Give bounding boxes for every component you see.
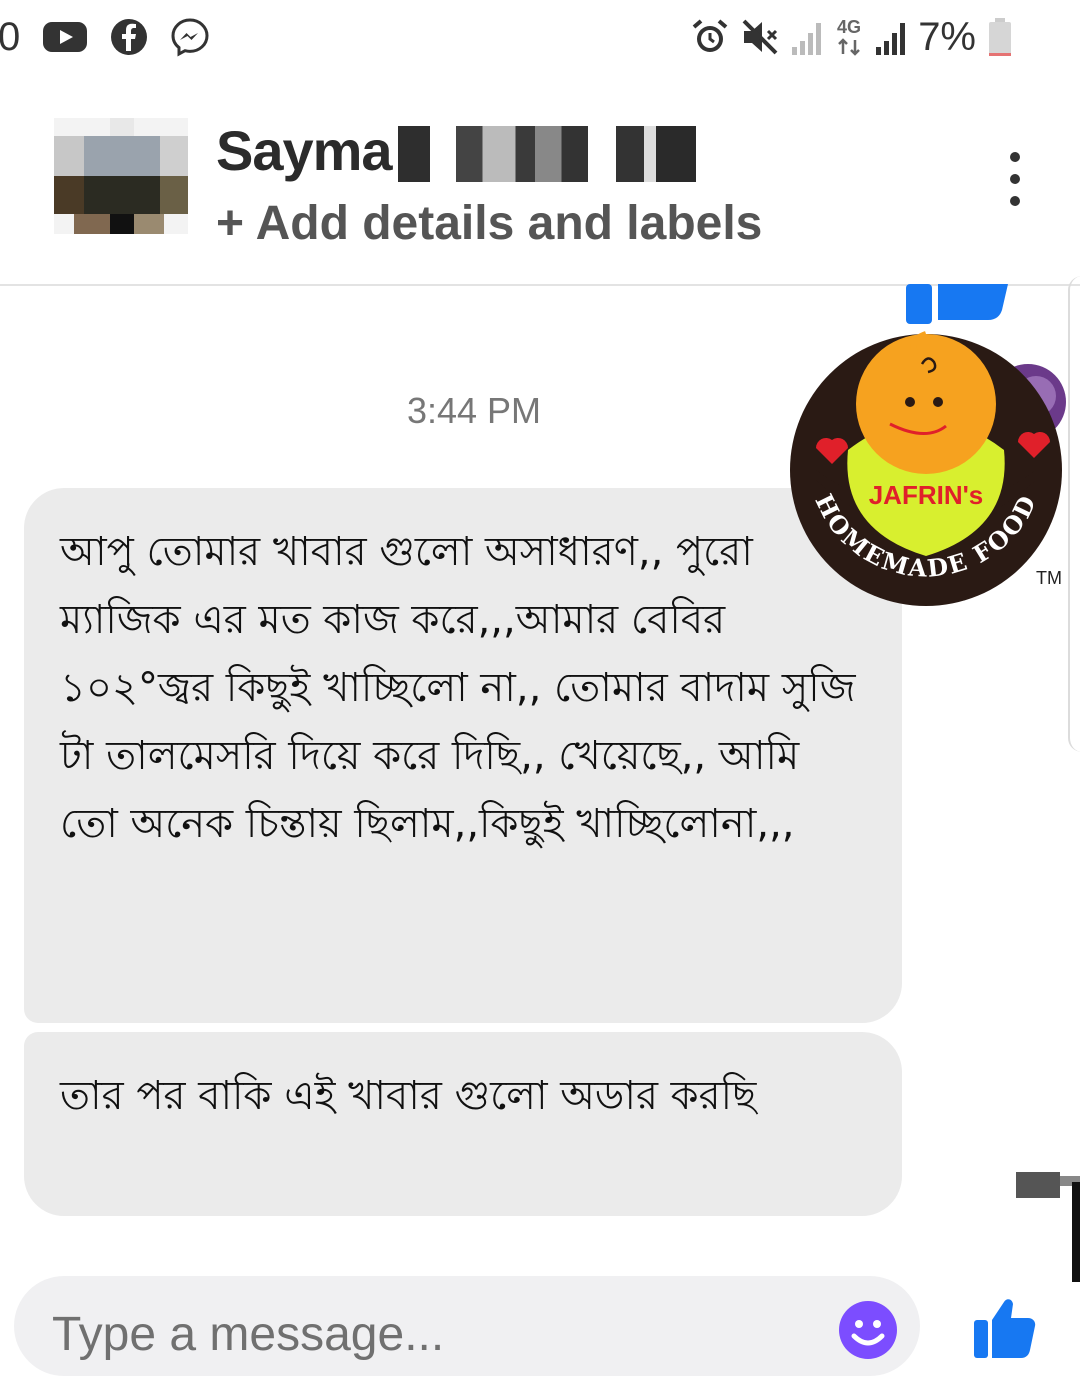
network-label: 4G bbox=[837, 17, 861, 37]
avatar[interactable] bbox=[54, 118, 188, 234]
thumbs-up-icon[interactable] bbox=[972, 1296, 1036, 1358]
notification-count: 0 bbox=[0, 14, 21, 59]
message-text: আপু তোমার খাবার গুলো অসাধারণ,, পুরো ম্যা… bbox=[60, 529, 856, 847]
partial-thumbs-up-icon bbox=[906, 284, 1008, 324]
youtube-icon bbox=[42, 20, 88, 54]
side-panel-edge bbox=[1068, 276, 1080, 752]
message-composer bbox=[14, 1276, 920, 1376]
facebook-icon bbox=[110, 18, 148, 56]
redacted-block bbox=[398, 126, 430, 182]
status-bar: 0 4G 7% bbox=[0, 0, 1080, 80]
more-vertical-icon[interactable] bbox=[1000, 152, 1030, 206]
redacted-block bbox=[616, 126, 696, 182]
signal-weak-icon bbox=[790, 17, 824, 57]
message-text: তার পর বাকি এই খাবার গুলো অডার করছি bbox=[60, 1073, 757, 1119]
network-4g-icon: 4G bbox=[834, 16, 864, 58]
logo-brand: JAFRIN's bbox=[869, 480, 984, 510]
message-bubble[interactable]: তার পর বাকি এই খাবার গুলো অডার করছি bbox=[24, 1032, 902, 1216]
mute-icon bbox=[740, 17, 780, 57]
brand-logo: JAFRIN's HOMEMADE FOOD TM bbox=[790, 331, 1066, 606]
status-bar-right: 4G 7% bbox=[690, 12, 1014, 62]
battery-percent: 7% bbox=[918, 14, 976, 59]
add-details-link[interactable]: + Add details and labels bbox=[216, 196, 762, 251]
smiley-icon[interactable] bbox=[838, 1300, 898, 1360]
status-bar-left: 0 bbox=[0, 12, 210, 62]
battery-icon bbox=[986, 16, 1014, 58]
logo-trademark: TM bbox=[1036, 568, 1062, 588]
alarm-icon bbox=[690, 17, 730, 57]
messenger-icon bbox=[170, 17, 210, 57]
signal-icon bbox=[874, 17, 908, 57]
message-input[interactable] bbox=[50, 1298, 814, 1370]
partial-avatar bbox=[1016, 1172, 1080, 1282]
redacted-block bbox=[456, 126, 588, 182]
message-bubble[interactable]: আপু তোমার খাবার গুলো অসাধারণ,, পুরো ম্যা… bbox=[24, 488, 902, 1023]
contact-name[interactable]: Sayma bbox=[216, 118, 393, 183]
